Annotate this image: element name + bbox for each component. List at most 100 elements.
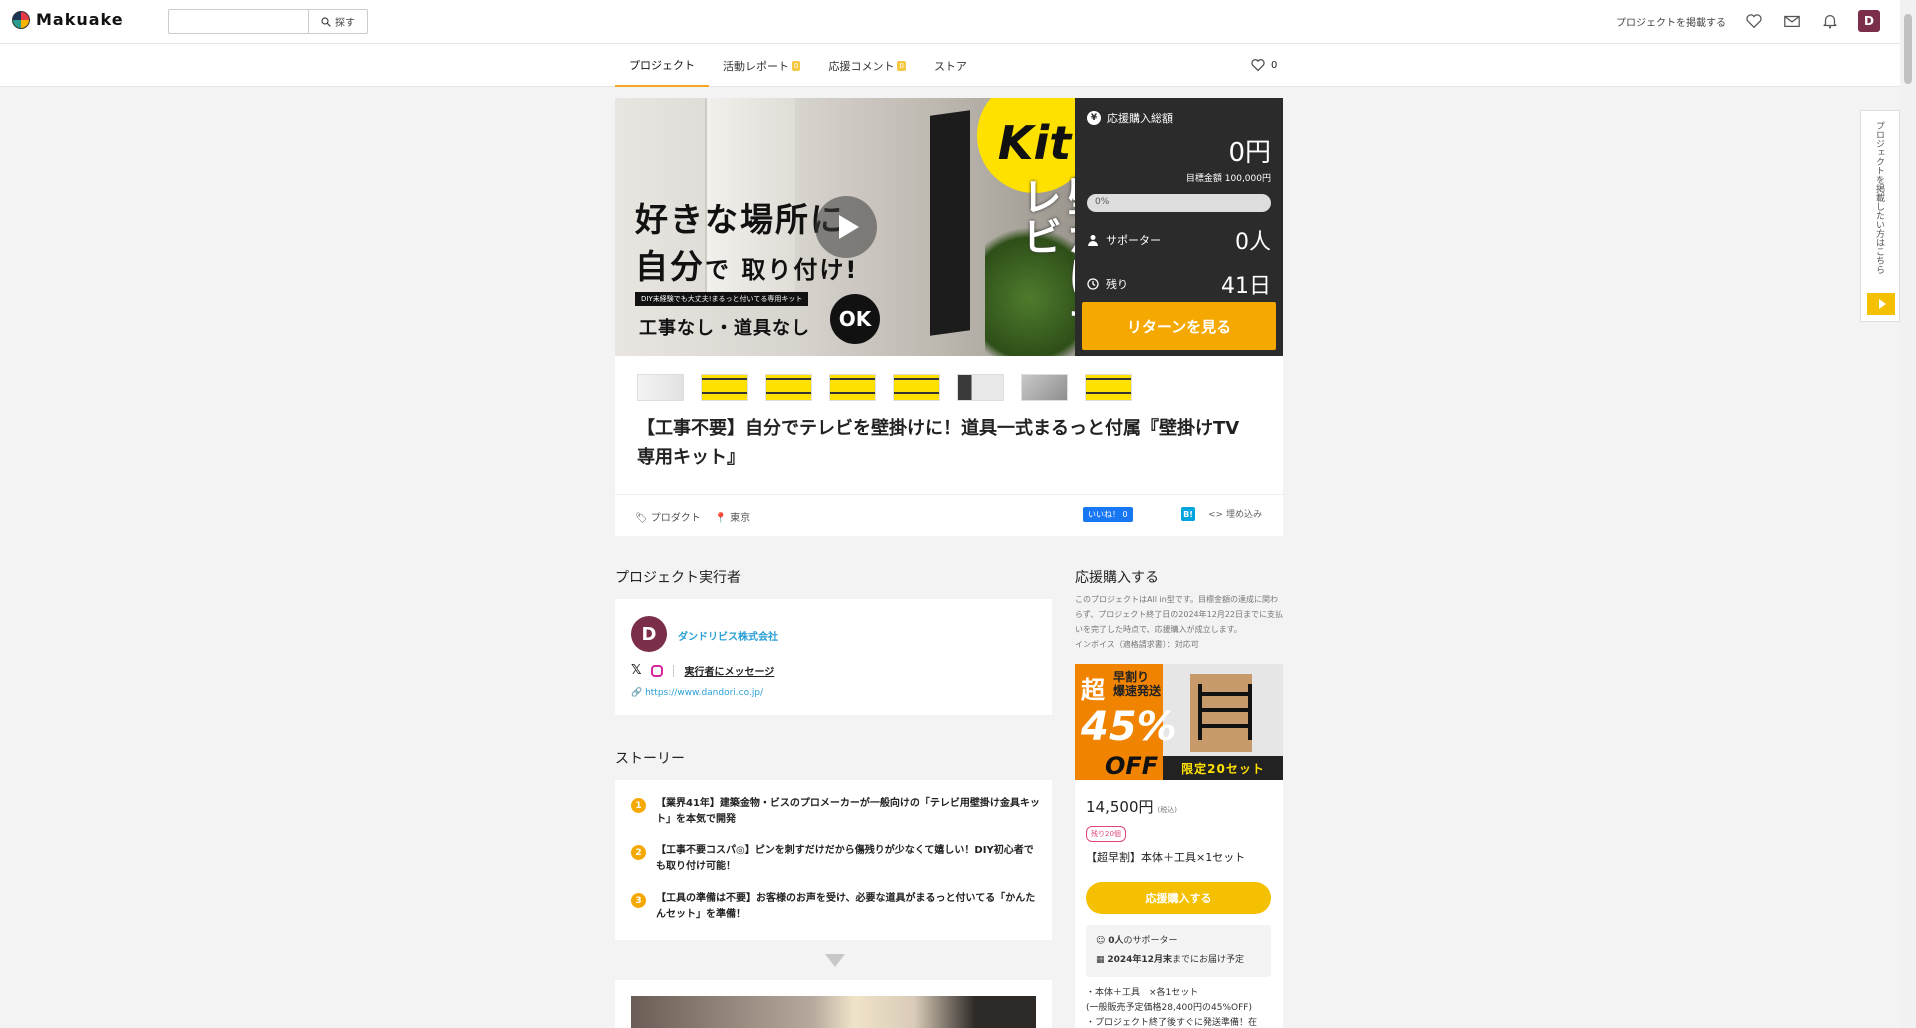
project-title: 【工事不要】自分でテレビを壁掛けに！道具一式まるっと付属『壁掛けTV専用キット』 [637, 418, 1240, 468]
project-tabbar: プロジェクト 活動レポート 0 応援コメント 0 ストア 0 [0, 44, 1900, 87]
mail-icon[interactable] [1782, 11, 1802, 31]
bracket-product-image [1190, 674, 1252, 752]
hero-strip: DIY未経験でも大丈夫!まるっと付いてる専用キット [635, 292, 809, 306]
user-avatar[interactable]: D [1858, 10, 1880, 32]
chevron-down-icon [825, 954, 845, 967]
owner-avatar[interactable]: D [631, 616, 667, 652]
instagram-icon[interactable] [651, 664, 664, 677]
tab-support-comment[interactable]: 応援コメント 0 [814, 44, 919, 87]
pin-icon: 📍 [714, 513, 728, 524]
story-summary-card: 1 【業界41年】建築金物・ビスのプロメーカーが一般向けの「テレビ用壁掛け金具キ… [615, 780, 1052, 940]
view-returns-button[interactable]: リターンを見る [1082, 302, 1276, 350]
makuake-logo[interactable]: Makuake [12, 10, 124, 29]
funding-panel: ¥ 応援購入総額 0円 目標金額 100,000円 0% サポーター 0人 残り… [1075, 98, 1283, 356]
hero-headline-3: 工事なし・道具なし [639, 318, 810, 339]
owner-section-title: プロジェクト実行者 [615, 570, 741, 586]
thumbnail[interactable] [893, 374, 940, 401]
thumbnail[interactable] [1085, 374, 1132, 401]
reward-delivery: ▦ 2024年12月末までにお届け予定 [1096, 955, 1244, 965]
reward-banner-sub: 早割り 爆速発送 [1113, 670, 1162, 698]
project-favorite-button[interactable]: 0 [1250, 58, 1277, 72]
bell-icon[interactable] [1820, 11, 1840, 31]
search-bar: 探す [168, 9, 368, 34]
story-section-title: ストーリー [615, 751, 685, 767]
calendar-icon: ▦ [1096, 955, 1108, 965]
support-purchase-button[interactable]: 応援購入する [1086, 882, 1271, 914]
code-icon: <> [1208, 510, 1226, 520]
tab-store[interactable]: ストア [920, 44, 981, 87]
story-text: 【工具の準備は不要】お客様のお声を受け、必要な道具がまるっと付いてる「かんたんセ… [656, 893, 1036, 920]
tag-icon: 🏷 [635, 513, 648, 524]
favorite-heart-icon[interactable] [1744, 11, 1764, 31]
story-item: 3 【工具の準備は不要】お客様のお声を受け、必要な道具がまるっと付いてる「かんた… [631, 891, 1041, 923]
facebook-like-button[interactable]: いいね！ 0 [1083, 507, 1133, 522]
reward-name: 【超早割】本体＋工具×1セット [1086, 851, 1246, 864]
play-icon[interactable] [815, 196, 877, 258]
search-button[interactable]: 探す [308, 9, 368, 34]
story-text: 【工事不要コスパ◎】ピンを刺すだけだから傷残りが少なくて嬉しい！DIY初心者でも… [656, 845, 1034, 872]
reward-card: 超 早割り 爆速発送 45% OFF 限定20セット 14,500円 (税込) 残り… [1075, 664, 1283, 1028]
hero-headline-1: 好きな場所に [635, 200, 845, 239]
owner-card: D ダンドリビス株式会社 𝕏 実行者にメッセージ 🔗 https://www.d… [615, 599, 1052, 715]
location-link[interactable]: 📍 東京 [715, 509, 750, 524]
clock-icon [1087, 278, 1099, 290]
search-icon [321, 16, 331, 27]
story-image-card [615, 980, 1052, 1028]
tab-activity-report[interactable]: 活動レポート 0 [709, 44, 814, 87]
page-scrollbar[interactable] [1900, 0, 1916, 1028]
reward-stats: ☺ 0人のサポーター ▦ 2024年12月末までにお届け予定 [1086, 925, 1271, 977]
thumbnail[interactable] [957, 374, 1004, 401]
scrollbar-thumb[interactable] [1904, 14, 1912, 84]
project-tabs: プロジェクト 活動レポート 0 応援コメント 0 ストア [615, 44, 981, 87]
yen-icon: ¥ [1087, 111, 1101, 125]
funding-goal: 目標金額 100,000円 [1185, 174, 1271, 184]
play-icon [1867, 293, 1895, 315]
search-input[interactable] [168, 9, 308, 34]
reward-supporters: ☺ 0人のサポーター [1096, 936, 1178, 946]
reward-price: 14,500円 (税込) [1086, 798, 1177, 816]
thumbnail[interactable] [1021, 374, 1068, 401]
tab-badge: 0 [792, 60, 801, 71]
hero-tv-image [930, 110, 970, 336]
reward-banner-limit: 限定20セット [1163, 756, 1283, 780]
post-project-side-tab[interactable]: プロジェクトを掲載したい方はこちら [1860, 110, 1900, 322]
x-icon[interactable]: 𝕏 [631, 663, 641, 678]
link-icon: 🔗 [631, 688, 646, 698]
site-header: Makuake 探す プロジェクトを掲載する D [0, 0, 1900, 44]
project-summary-card: 【工事不要】自分でテレビを壁掛けに！道具一式まるっと付属『壁掛けTV専用キット』… [615, 356, 1283, 536]
divider [673, 664, 675, 677]
story-text: 【業界41年】建築金物・ビスのプロメーカーが一般向けの「テレビ用壁掛け金具キット… [656, 798, 1040, 825]
favorite-count: 0 [1271, 59, 1278, 71]
remaining-label: 残り [1106, 278, 1128, 291]
embed-link[interactable]: <> 埋め込み [1208, 507, 1262, 520]
funding-progress-text: 0% [1095, 197, 1110, 207]
supporters-row: サポーター 0人 [1087, 224, 1271, 256]
owner-url-link[interactable]: 🔗 https://www.dandori.co.jp/ [631, 688, 763, 698]
supporters-label: サポーター [1106, 234, 1161, 247]
thumbnail[interactable] [637, 374, 684, 401]
hatena-bookmark-icon[interactable]: B! [1181, 507, 1195, 521]
reward-description: ・本体＋工具 ×各1セット (一般販売予定価格28,400円の45%OFF) ・… [1086, 988, 1258, 1028]
story-image [631, 996, 1036, 1028]
thumbnail[interactable] [701, 374, 748, 401]
post-project-link[interactable]: プロジェクトを掲載する [1616, 14, 1726, 29]
thumbnail[interactable] [765, 374, 812, 401]
story-number: 2 [631, 845, 646, 860]
funding-amount: 0円 [1228, 138, 1271, 168]
hero-vertical-text: 壁かけテレビ [1015, 176, 1075, 336]
logo-icon [12, 10, 30, 29]
hero-video[interactable]: Kit 壁かけテレビ 好きな場所に 自分で 取り付け! DIY未経験でも大丈夫!… [615, 98, 1075, 356]
category-link[interactable]: 🏷 プロダクト [635, 509, 701, 524]
thumbnail[interactable] [829, 374, 876, 401]
logo-text: Makuake [36, 10, 124, 29]
reward-banner-percent: 45% [1081, 704, 1177, 750]
owner-name-link[interactable]: ダンドリビス株式会社 [678, 628, 778, 643]
person-icon: ☺ [1096, 936, 1109, 946]
message-owner-link[interactable]: 実行者にメッセージ [684, 663, 774, 678]
tab-project[interactable]: プロジェクト [615, 44, 709, 87]
project-meta: 🏷 プロダクト 📍 東京 いいね！ 0 B! <> 埋め込み [615, 494, 1283, 536]
reward-image[interactable]: 超 早割り 爆速発送 45% OFF 限定20セット [1075, 664, 1283, 780]
reward-banner-big: 超 [1081, 676, 1105, 704]
remaining-value: 41日 [1221, 274, 1271, 299]
story-item: 2 【工事不要コスパ◎】ピンを刺すだけだから傷残りが少なくて嬉しい！DIY初心者… [631, 843, 1041, 875]
